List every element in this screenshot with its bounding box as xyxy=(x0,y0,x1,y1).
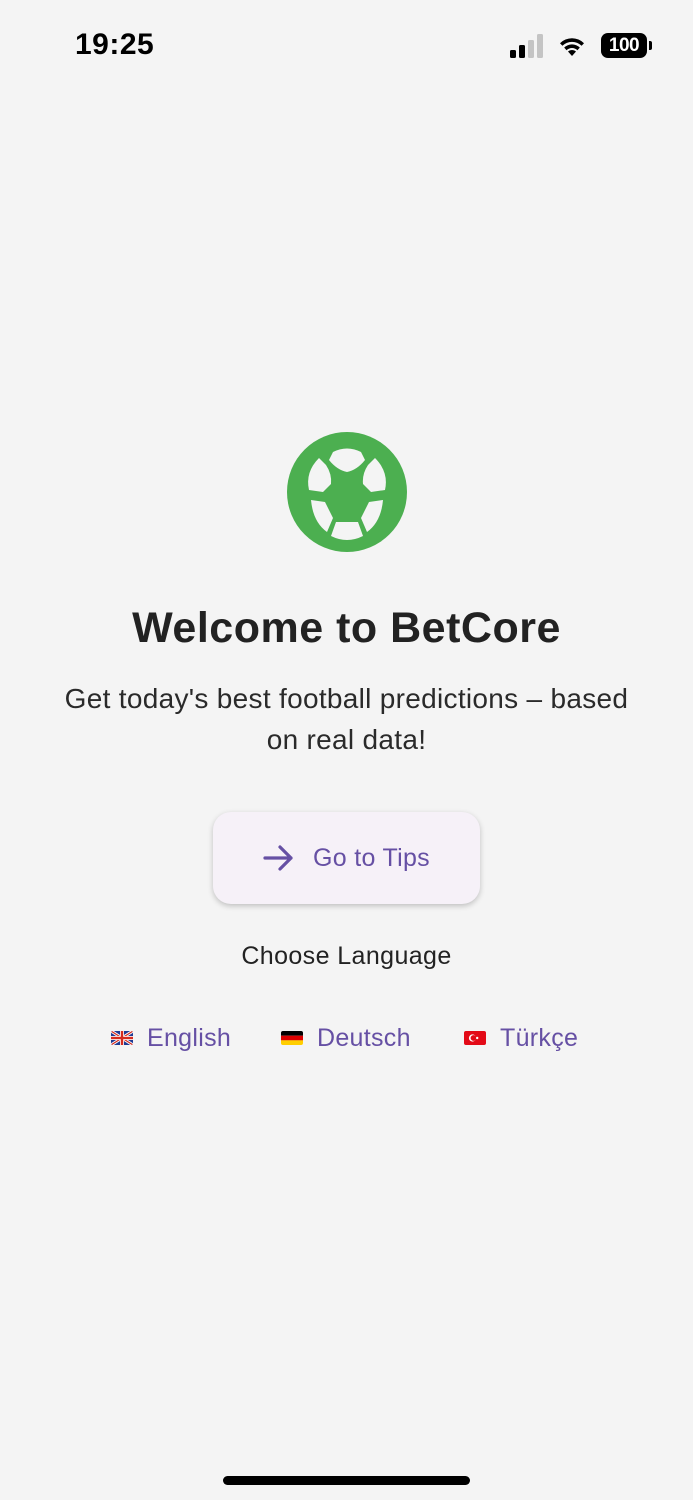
arrow-right-icon xyxy=(263,845,293,871)
language-option-english[interactable]: English xyxy=(111,1018,231,1058)
welcome-screen: 19:25 100 Welcome to BetCore Get today's… xyxy=(0,0,693,1500)
choose-language-heading: Choose Language xyxy=(241,942,452,970)
home-indicator[interactable] xyxy=(223,1476,470,1485)
turkey-flag-icon xyxy=(464,1031,486,1045)
germany-flag-icon xyxy=(281,1031,303,1045)
language-option-turkce[interactable]: Türkçe xyxy=(464,1018,578,1058)
wifi-icon xyxy=(560,37,584,56)
football-logo-icon xyxy=(287,432,407,552)
status-time: 19:25 xyxy=(75,28,155,61)
uk-flag-icon xyxy=(111,1031,133,1045)
battery-icon: 100 xyxy=(601,33,652,58)
language-option-deutsch[interactable]: Deutsch xyxy=(281,1018,411,1058)
go-to-tips-button[interactable]: Go to Tips xyxy=(213,812,480,904)
language-label: Türkçe xyxy=(500,1023,579,1052)
battery-level: 100 xyxy=(608,34,640,56)
welcome-title: Welcome to BetCore xyxy=(132,604,561,652)
language-label: English xyxy=(147,1023,232,1052)
go-to-tips-label: Go to Tips xyxy=(313,843,430,872)
cellular-signal-icon xyxy=(510,33,543,58)
language-options: English Deutsch Türkçe xyxy=(0,1018,693,1058)
welcome-subtitle: Get today's best football predictions – … xyxy=(64,683,629,755)
status-icons: 100 xyxy=(510,33,652,58)
language-label: Deutsch xyxy=(317,1023,411,1052)
